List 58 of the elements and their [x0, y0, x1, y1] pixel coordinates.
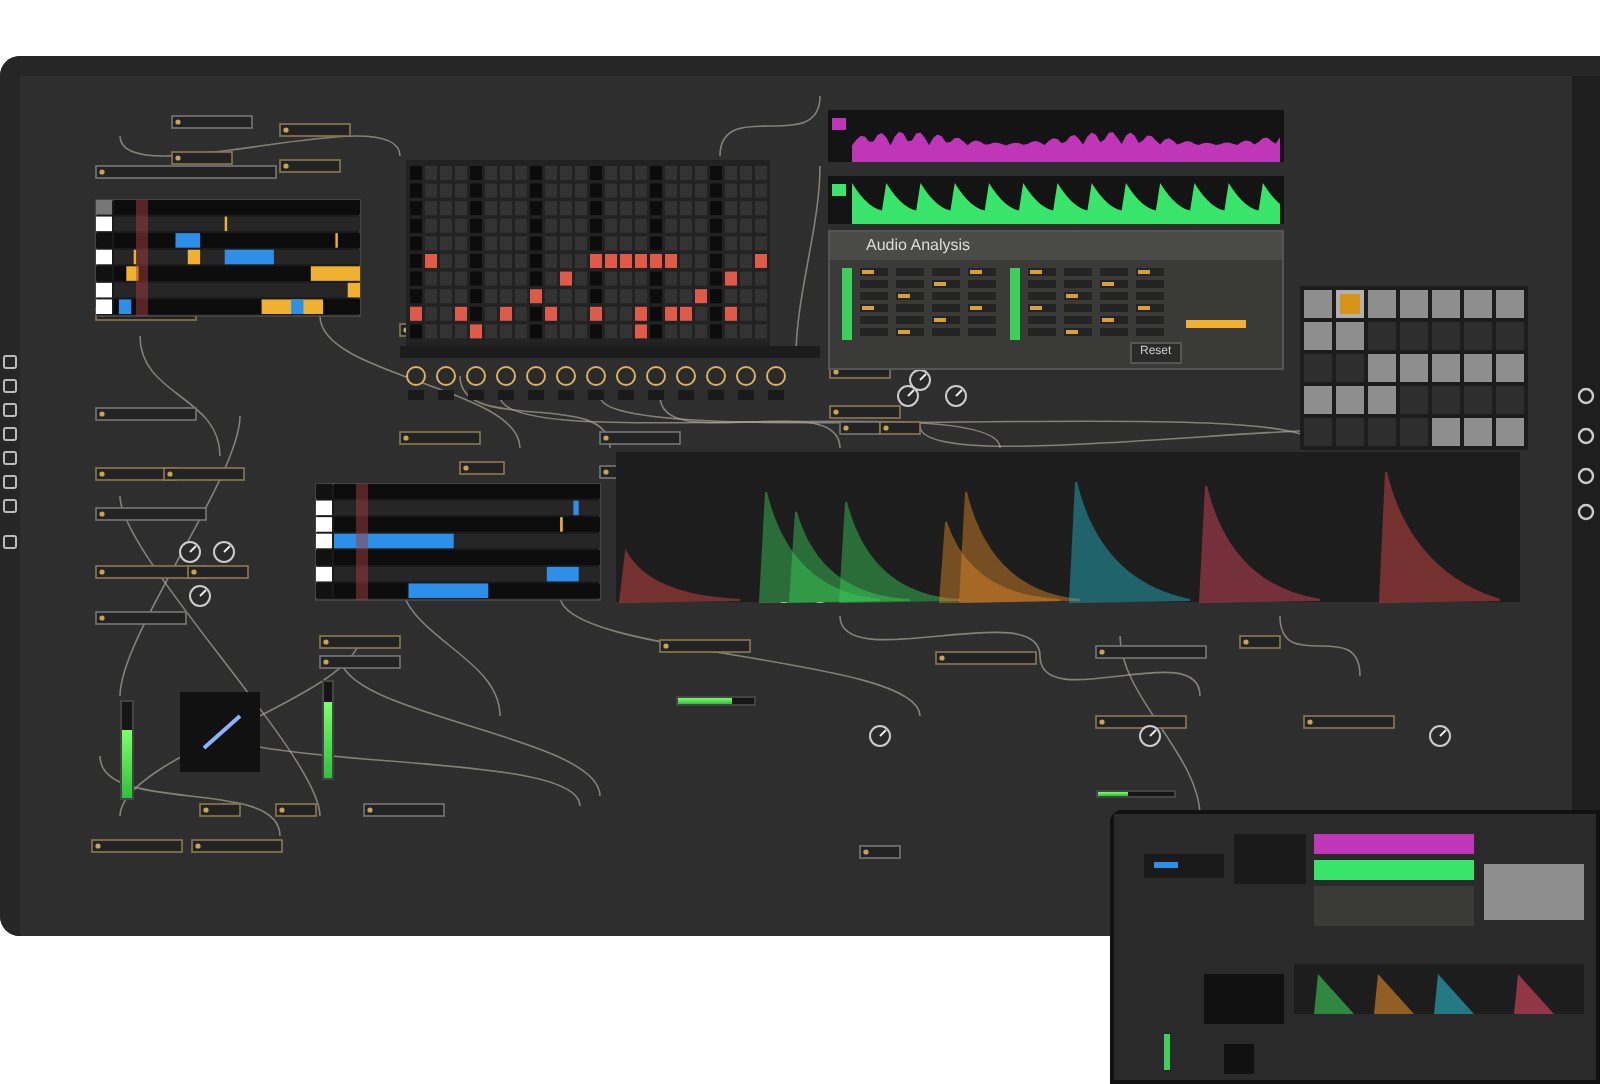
- panel-title: Audio Analysis: [830, 232, 1282, 260]
- patch-object: [319, 655, 401, 669]
- pad[interactable]: [1464, 290, 1492, 318]
- pad[interactable]: [1336, 322, 1364, 350]
- patch-object: [199, 803, 241, 817]
- pad[interactable]: [1304, 322, 1332, 350]
- knob: [179, 541, 201, 563]
- patch-object: [859, 845, 901, 859]
- pad[interactable]: [1496, 418, 1524, 446]
- patch-object: [279, 123, 351, 137]
- pad[interactable]: [1368, 354, 1396, 382]
- patch-object: [399, 431, 481, 445]
- pad[interactable]: [1432, 290, 1460, 318]
- pad[interactable]: [1496, 354, 1524, 382]
- patch-object: [191, 839, 283, 853]
- patch-object: [95, 611, 187, 625]
- knob: [1139, 725, 1161, 747]
- pad[interactable]: [1336, 386, 1364, 414]
- patch-object: [1303, 715, 1395, 729]
- knob: [869, 725, 891, 747]
- pad[interactable]: [1368, 290, 1396, 318]
- pad[interactable]: [1464, 354, 1492, 382]
- pad[interactable]: [1304, 290, 1332, 318]
- patch-cable: [719, 95, 821, 157]
- patch-object: [659, 639, 751, 653]
- knob: [909, 369, 931, 391]
- pad[interactable]: [1304, 386, 1332, 414]
- knob: [213, 541, 235, 563]
- pad[interactable]: [1336, 290, 1364, 318]
- knob: [897, 385, 919, 407]
- patch-object: [1095, 645, 1207, 659]
- patch-object: [935, 651, 1037, 665]
- patch-object: [91, 839, 183, 853]
- patch-object: [459, 461, 505, 475]
- patch-object: [95, 507, 207, 521]
- knob: [1429, 725, 1451, 747]
- toolbar-icon: [1577, 427, 1595, 445]
- pad[interactable]: [1400, 290, 1428, 318]
- patch-object: [95, 407, 197, 421]
- patch-object: [319, 635, 401, 649]
- patch-object: [599, 431, 681, 445]
- toolbar-icon: [3, 535, 17, 549]
- pad[interactable]: [1464, 418, 1492, 446]
- pad[interactable]: [1432, 418, 1460, 446]
- pad[interactable]: [1496, 290, 1524, 318]
- patch-object: [275, 803, 317, 817]
- knob: [189, 585, 211, 607]
- patch-cable: [1279, 615, 1361, 677]
- patch-object: [171, 115, 253, 129]
- pad[interactable]: [1368, 386, 1396, 414]
- pad[interactable]: [1400, 354, 1428, 382]
- xy-display-drawing: [180, 692, 260, 772]
- toolbar-icon: [1577, 387, 1595, 405]
- knob: [945, 385, 967, 407]
- pad[interactable]: [1432, 354, 1460, 382]
- patch-object: [1095, 715, 1187, 729]
- patch-object: [363, 803, 445, 817]
- patch-object: [1239, 635, 1281, 649]
